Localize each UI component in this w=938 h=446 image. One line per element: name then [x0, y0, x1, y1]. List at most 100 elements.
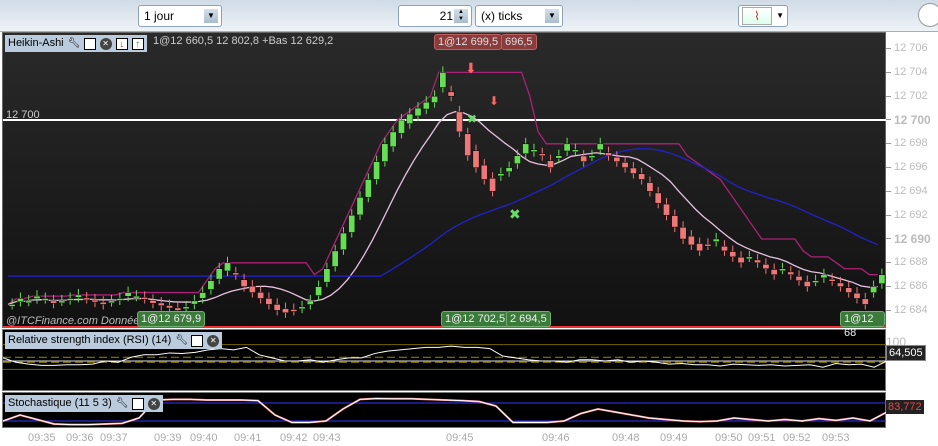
bullish-candle: [17, 298, 24, 302]
bullish-candle: [588, 155, 596, 158]
stoch-panel[interactable]: Stochastique (11 5 3) 🔧︎ ✕: [2, 392, 887, 428]
bearish-candle: [663, 203, 670, 216]
bearish-candle: [770, 269, 778, 275]
price-tick: 12 686: [886, 280, 928, 292]
bullish-candle: [820, 274, 828, 279]
time-tick: 09:48: [612, 432, 640, 444]
bullish-candle: [878, 274, 886, 284]
bearish-candle: [91, 299, 99, 303]
price-tick: 12 694: [886, 184, 928, 197]
ticks-value: 21: [439, 9, 453, 23]
bullish-candle: [75, 294, 82, 298]
bullish-candle: [207, 280, 215, 290]
time-tick: 09:45: [446, 432, 474, 444]
bullish-candle: [596, 143, 604, 151]
bullish-candle: [414, 107, 422, 117]
time-tick: 09:43: [313, 432, 341, 444]
bullish-candle: [108, 300, 115, 304]
bearish-candle: [538, 153, 546, 156]
bullish-candle: [398, 119, 405, 134]
time-tick: 09:42: [280, 432, 308, 444]
bullish-candle: [190, 300, 198, 305]
buy-marker-icon: ✖: [467, 112, 477, 126]
time-tick: 09:39: [154, 432, 182, 444]
bullish-candle: [306, 300, 314, 305]
bullish-candle: [389, 131, 397, 148]
close-icon[interactable]: ✕: [207, 334, 220, 347]
price-axis[interactable]: 12 706 12 704 12 702 12 700 12 698 12 696 12 6…: [886, 32, 938, 428]
bullish-candle: [422, 101, 430, 110]
chevron-down-icon: ▼: [545, 9, 559, 23]
bullish-candle: [66, 298, 74, 301]
add-indicator-button[interactable]: ⌇ ▼: [738, 5, 788, 27]
ticks-unit-select[interactable]: (x) ticks ▼: [475, 5, 563, 27]
time-tick: 09:50: [715, 432, 743, 444]
bullish-candle: [563, 143, 571, 152]
rsi-panel[interactable]: Relative strength index (RSI) (14) 🔧︎ ✕: [2, 329, 887, 391]
sell-icon[interactable]: ↓: [115, 37, 128, 50]
bullish-candle: [199, 292, 207, 299]
price-tick: 12 706: [886, 42, 928, 54]
ticks-input[interactable]: 21 ▲ ▼: [398, 5, 472, 27]
bearish-candle: [605, 152, 612, 156]
maximize-icon[interactable]: [191, 334, 204, 347]
bearish-candle: [853, 292, 861, 299]
bullish-candle: [41, 298, 49, 301]
stoch-title: Stochastique (11 5 3) 🔧︎ ✕: [5, 395, 163, 412]
price-tick: 12 688: [886, 256, 928, 269]
bullish-candle: [406, 113, 414, 124]
bearish-candle: [845, 287, 853, 293]
price-tick: 12 696: [886, 161, 928, 173]
time-tick: 09:37: [100, 432, 128, 444]
bullish-candle: [182, 306, 190, 310]
bullish-candle: [58, 300, 66, 304]
order-tag[interactable]: 696,5: [501, 34, 537, 50]
buy-icon[interactable]: ↑: [131, 37, 144, 50]
bullish-candle: [116, 298, 124, 301]
wrench-icon[interactable]: 🔧︎: [68, 38, 81, 50]
bearish-candle: [273, 304, 281, 311]
bearish-candle: [480, 164, 488, 180]
time-tick: 09:46: [542, 432, 570, 444]
bearish-candle: [704, 243, 712, 247]
bullish-candle: [224, 262, 231, 272]
time-tick: 09:52: [783, 432, 811, 444]
bearish-candle: [729, 251, 737, 258]
maximize-icon[interactable]: [83, 37, 96, 50]
bearish-candle: [613, 156, 621, 162]
wrench-icon[interactable]: 🔧︎: [116, 398, 129, 410]
close-icon[interactable]: ✕: [99, 37, 112, 50]
close-icon[interactable]: ✕: [147, 397, 160, 410]
rsi-value: 64,505: [886, 345, 926, 361]
level-label: 12 700: [6, 109, 40, 121]
side-panel-button[interactable]: [918, 3, 938, 27]
time-tick: 09:40: [190, 432, 218, 444]
bullish-candle: [439, 72, 447, 88]
bullish-candle: [323, 268, 331, 283]
maximize-icon[interactable]: [131, 397, 144, 410]
order-tag[interactable]: 2 694,5: [506, 311, 551, 327]
bearish-candle: [629, 167, 637, 174]
rsi-series: [3, 345, 887, 368]
wrench-icon[interactable]: 🔧︎: [175, 335, 188, 347]
bearish-candle: [290, 309, 298, 312]
order-tag[interactable]: 1@12 68: [840, 311, 885, 339]
chevron-down-icon: ▼: [776, 11, 784, 20]
order-tag[interactable]: 1@12 699,5: [434, 34, 503, 50]
bullish-candle: [555, 155, 563, 159]
bullish-candle: [571, 149, 579, 152]
bearish-candle: [762, 264, 770, 269]
order-tag[interactable]: 1@12 702,5: [441, 311, 510, 327]
time-tick: 09:53: [822, 432, 850, 444]
rsi-title: Relative strength index (RSI) (14) 🔧︎ ✕: [5, 332, 223, 349]
period-select[interactable]: 1 jour ▼: [138, 5, 222, 27]
order-tag[interactable]: 1@12 679,9: [137, 311, 206, 327]
candles-layer: ⬇ ⬇ ✖ ✖: [3, 60, 887, 328]
stepper-icon[interactable]: ▲ ▼: [454, 9, 468, 23]
bearish-candle: [248, 285, 256, 293]
chart-indicator-icon: ⌇: [742, 7, 772, 25]
price-tick: 12 692: [886, 208, 928, 221]
price-tick: 12 702: [886, 89, 928, 102]
bearish-candle: [654, 192, 662, 204]
price-chart[interactable]: Heikin-Ashi 🔧︎ ✕ ↓ ↑ 1@12 660,5 12 802,8…: [2, 32, 887, 339]
